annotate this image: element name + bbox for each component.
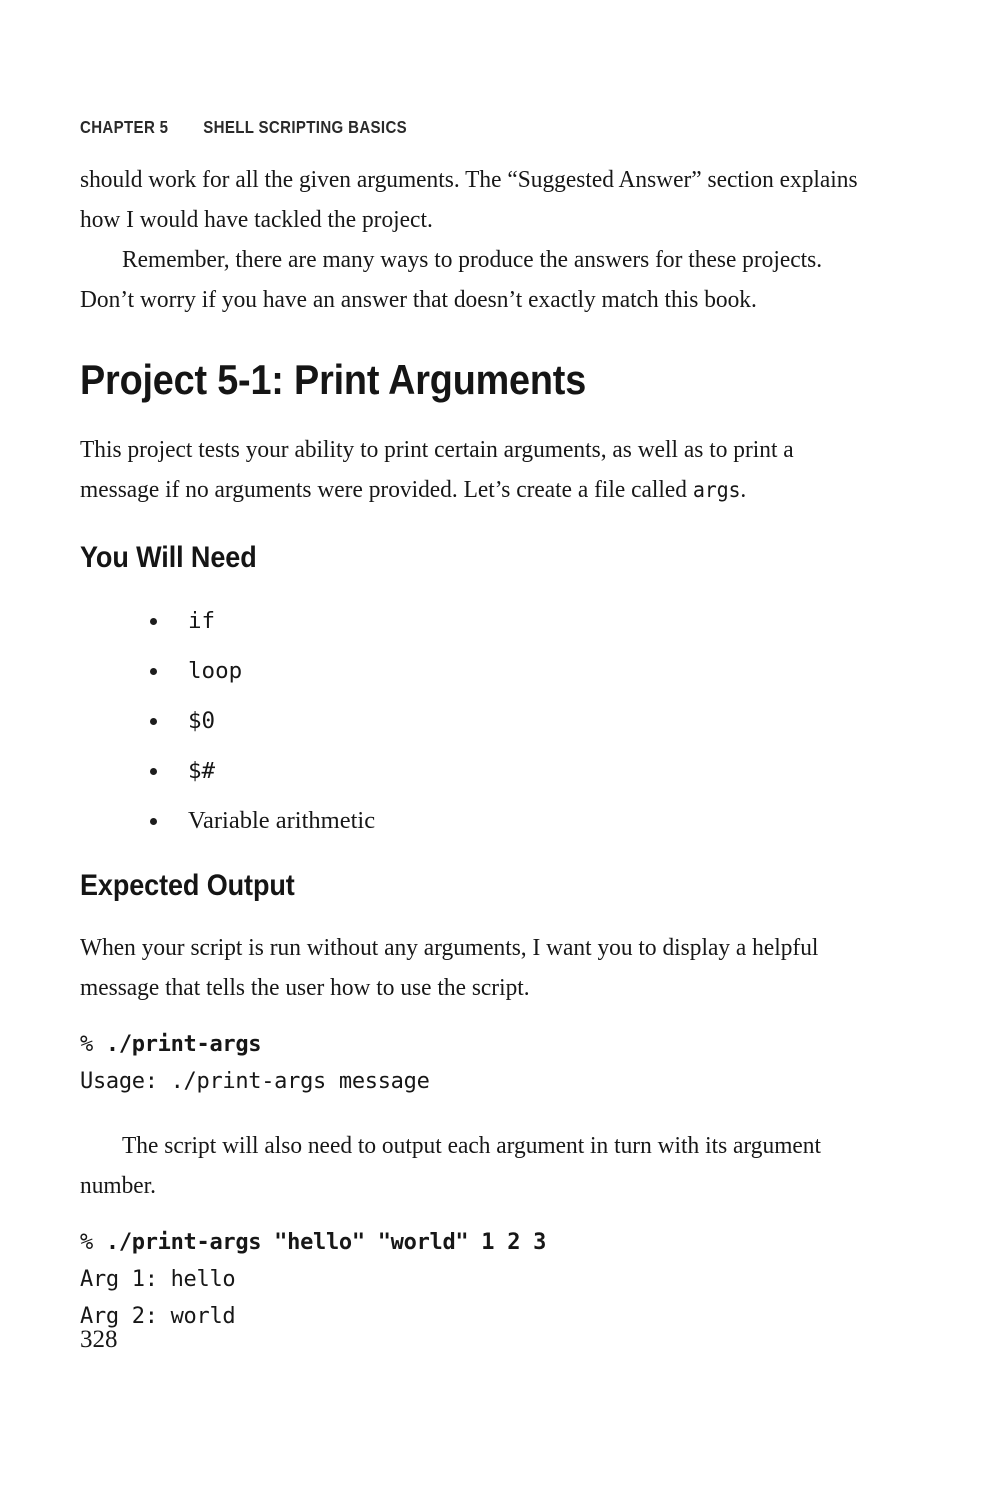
terminal-block-1: % ./print-args Usage: ./print-args messag…	[80, 1026, 870, 1100]
bullet-icon	[150, 768, 157, 775]
running-head-chapter: CHAPTER 5	[80, 117, 169, 137]
terminal-output-line: Usage: ./print-args message	[80, 1069, 430, 1094]
running-head: CHAPTER 5 SHELL SCRIPTING BASICS	[80, 117, 407, 138]
you-will-need-list: if loop $0 $# Variable arithmetic	[80, 596, 870, 846]
bullet-icon	[150, 818, 157, 825]
shell-command: ./print-args "hello" "world" 1 2 3	[105, 1230, 547, 1255]
shell-command: ./print-args	[105, 1032, 262, 1057]
shell-prompt: %	[80, 1230, 106, 1255]
page-number: 328	[80, 1326, 118, 1353]
section-heading-expected-output: Expected Output	[80, 869, 295, 902]
shell-prompt: %	[80, 1032, 106, 1057]
terminal-command-line: % ./print-args "hello" "world" 1 2 3	[80, 1224, 870, 1261]
list-item: $#	[80, 746, 870, 796]
terminal-command-line: % ./print-args	[80, 1026, 870, 1063]
list-item-label: if	[188, 608, 216, 634]
project-description-text-before: This project tests your ability to print…	[80, 436, 794, 503]
list-item: Variable arithmetic	[80, 796, 870, 846]
book-page: CHAPTER 5 SHELL SCRIPTING BASICS should …	[0, 0, 989, 1500]
terminal-output-line: Arg 2: world	[80, 1304, 236, 1329]
bullet-icon	[150, 618, 157, 625]
list-item-label: loop	[188, 658, 243, 684]
list-item: $0	[80, 696, 870, 746]
list-item-label: $0	[188, 708, 216, 734]
inline-code-args: args	[692, 478, 741, 502]
project-description: This project tests your ability to print…	[80, 430, 869, 510]
page-title: Project 5-1: Print Arguments	[80, 356, 587, 403]
page-content: should work for all the given arguments.…	[80, 160, 870, 1335]
list-item: loop	[80, 646, 870, 696]
terminal-block-2: % ./print-args "hello" "world" 1 2 3 Arg …	[80, 1224, 870, 1335]
intro-paragraph-1: should work for all the given arguments.…	[80, 166, 858, 233]
list-item-label: $#	[188, 758, 216, 784]
bullet-icon	[150, 718, 157, 725]
list-item-label: Variable arithmetic	[188, 807, 376, 834]
intro-paragraph-2: Remember, there are many ways to produce…	[80, 246, 823, 313]
terminal-output-line: Arg 1: hello	[80, 1267, 236, 1292]
expected-output-paragraph-1: When your script is run without any argu…	[80, 934, 819, 1001]
section-heading-you-will-need: You Will Need	[80, 541, 257, 574]
project-description-text-after: .	[740, 476, 747, 503]
running-head-title: SHELL SCRIPTING BASICS	[203, 117, 408, 137]
list-item: if	[80, 596, 870, 646]
bullet-icon	[150, 668, 157, 675]
expected-output-paragraph-2: The script will also need to output each…	[80, 1132, 821, 1199]
